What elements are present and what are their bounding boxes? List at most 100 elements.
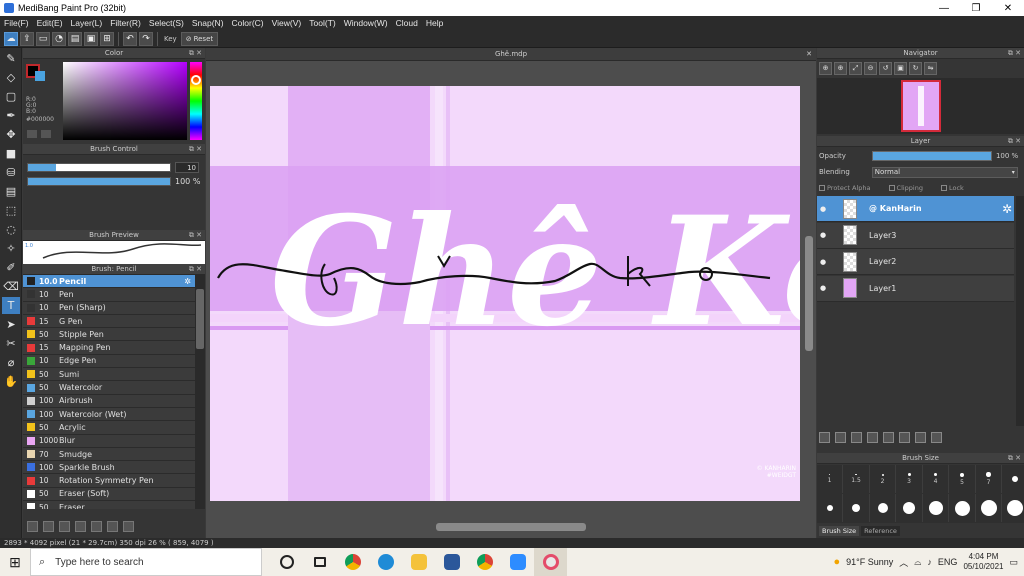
chrome-icon[interactable] [336, 548, 369, 576]
layer-visibility-icon[interactable]: ● [817, 231, 829, 239]
new-8bit-layer-icon[interactable] [851, 432, 862, 443]
photo-icon[interactable]: ▣ [84, 31, 98, 46]
brush-size-option[interactable] [870, 494, 896, 522]
brush-new-icon[interactable] [43, 520, 54, 532]
fit-screen-icon[interactable]: ▣ [894, 62, 907, 75]
layer-row[interactable]: ● @ KanHarin ✲ [817, 196, 1014, 222]
scrollbar-thumb[interactable] [805, 236, 813, 351]
brush-list-item[interactable]: 50 Stipple Pen [23, 328, 195, 342]
brush-list-item[interactable]: 10 Pen [23, 288, 195, 302]
layer-settings-icon[interactable]: ✲ [1002, 202, 1012, 216]
brush-size-option[interactable] [844, 494, 870, 522]
brush-list-item[interactable]: 100 Sparkle Brush [23, 461, 195, 475]
menu-filter[interactable]: Filter(R) [106, 18, 145, 28]
scrollbar-thumb[interactable] [196, 289, 204, 349]
layer-blending-select[interactable]: Normal ▾ [871, 166, 1018, 178]
share-icon[interactable]: ⇪ [20, 31, 34, 46]
brush-size-option[interactable]: 2 [870, 465, 896, 493]
layer-row[interactable]: ● Layer2 [817, 249, 1014, 275]
brush-size-option[interactable]: 7 [976, 465, 1002, 493]
dot-tool-icon[interactable]: ▢ [2, 88, 20, 105]
maximize-button[interactable]: ❐ [960, 3, 992, 14]
menu-select[interactable]: Select(S) [145, 18, 188, 28]
brush-list-item[interactable]: 1000 Blur [23, 434, 195, 448]
delete-layer-icon[interactable] [931, 432, 942, 443]
menu-snap[interactable]: Snap(N) [188, 18, 228, 28]
brush-list-item[interactable]: 10 Pen (Sharp) [23, 301, 195, 315]
brush-list-item[interactable]: 15 Mapping Pen [23, 341, 195, 355]
notification-icon[interactable]: ▭ [1009, 557, 1018, 568]
redo-icon[interactable]: ↷ [139, 31, 153, 46]
menu-color[interactable]: Color(C) [228, 18, 268, 28]
task-view-icon[interactable] [303, 548, 336, 576]
brush-size-option[interactable]: 4 [923, 465, 949, 493]
brush-size-slider[interactable] [27, 163, 171, 172]
brush-settings-icon[interactable]: ✲ [184, 277, 191, 286]
magic-wand-tool-icon[interactable]: ✧ [2, 240, 20, 257]
brush-size-option[interactable] [817, 494, 843, 522]
lasso-tool-icon[interactable]: ◌ [2, 221, 20, 238]
undo-icon[interactable]: ↶ [123, 31, 137, 46]
brush-list-item[interactable]: 50 Eraser [23, 501, 195, 509]
operation-tool-icon[interactable]: ➤ [2, 316, 20, 333]
cloud-icon[interactable]: ☁ [4, 31, 18, 46]
brush-size-option[interactable] [1003, 465, 1024, 493]
brush-opacity-slider[interactable] [27, 177, 171, 186]
flip-icon[interactable]: ⇋ [924, 62, 937, 75]
eraser-tool-icon[interactable]: ◇ [2, 69, 20, 86]
menu-view[interactable]: View(V) [268, 18, 306, 28]
network-icon[interactable]: ⌓ [914, 557, 921, 568]
select-eraser-tool-icon[interactable]: ⌫ [2, 278, 20, 295]
pen-tool-icon[interactable]: ✒ [2, 107, 20, 124]
rotate-left-icon[interactable]: ↺ [879, 62, 892, 75]
brush-edit-icon[interactable] [75, 520, 86, 532]
bucket-tool-icon[interactable]: ⛁ [2, 164, 20, 181]
layer-row[interactable]: ● Layer3 [817, 222, 1014, 249]
brush-list-item[interactable]: 50 Eraser (Soft) [23, 487, 195, 502]
artboard[interactable]: Ghê Ko © KANHARIN #WEIDGT [210, 86, 800, 501]
canvas-tab[interactable]: Ghê.mdp ✕ [206, 48, 816, 61]
zoom-in-icon[interactable]: ⊕ [834, 62, 847, 75]
color-palette-icon[interactable] [41, 130, 51, 138]
material-icon[interactable]: ▤ [68, 31, 82, 46]
panel-close-icon[interactable]: ⧉ ✕ [1008, 453, 1021, 464]
brush-list-item[interactable]: 10.0 Pencil ✲ [23, 275, 195, 289]
language-indicator[interactable]: ENG [938, 557, 958, 567]
reset-button[interactable]: ⊘ Reset [180, 31, 219, 46]
new-layer-icon[interactable] [819, 432, 830, 443]
layer-folder-icon[interactable] [883, 432, 894, 443]
color-history-icon[interactable] [27, 130, 37, 138]
brush-size-option[interactable]: 5 [950, 465, 976, 493]
brush-list-item[interactable]: 50 Watercolor [23, 381, 195, 395]
close-button[interactable]: ✕ [992, 3, 1024, 14]
taskbar-search-box[interactable]: ⌕ Type here to search [30, 548, 262, 576]
medibang-icon[interactable] [534, 548, 567, 576]
brush-size-option[interactable] [897, 494, 923, 522]
navigator-preview[interactable] [817, 78, 1024, 134]
layer-menu-icon[interactable] [867, 432, 878, 443]
brush-menu-icon[interactable] [59, 520, 70, 532]
brush-list-item[interactable]: 100 Watercolor (Wet) [23, 407, 195, 422]
word-icon[interactable] [435, 548, 468, 576]
hue-slider[interactable] [190, 62, 202, 140]
minimize-button[interactable]: — [928, 3, 960, 14]
brush-size-value[interactable]: 10 [175, 162, 199, 173]
panel-close-icon[interactable]: ⧉ ✕ [189, 48, 202, 59]
brush-size-option[interactable]: 1 [817, 465, 843, 493]
brush-size-option[interactable] [923, 494, 949, 522]
background-color-swatch[interactable] [35, 71, 45, 81]
layer-row[interactable]: ● Layer1 [817, 275, 1014, 302]
panel-close-icon[interactable]: ⧉ ✕ [189, 264, 202, 275]
menu-help[interactable]: Help [422, 18, 447, 28]
layer-list-scrollbar[interactable] [1016, 196, 1024, 426]
panel-close-icon[interactable]: ⧉ ✕ [1008, 48, 1021, 59]
brush-size-option[interactable]: 3 [897, 465, 923, 493]
menu-cloud[interactable]: Cloud [392, 18, 422, 28]
brush-list-item[interactable]: 10 Edge Pen [23, 354, 195, 369]
brush-copy-icon[interactable] [107, 520, 118, 532]
volume-icon[interactable]: ♪ [927, 557, 932, 567]
gradient-tool-icon[interactable]: ▤ [2, 183, 20, 200]
tab-brush-size[interactable]: Brush Size [819, 526, 860, 536]
duplicate-layer-icon[interactable] [899, 432, 910, 443]
chat-icon[interactable]: ◔ [52, 31, 66, 46]
